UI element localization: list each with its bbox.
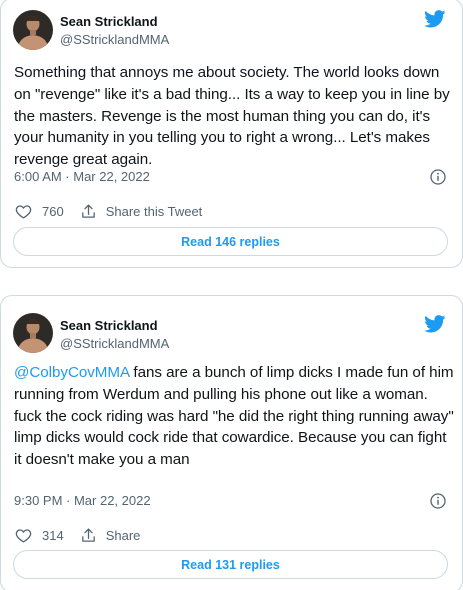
avatar[interactable] <box>13 313 53 353</box>
tweet-timestamp[interactable]: 9:30 PM · Mar 22, 2022 <box>14 493 151 508</box>
avatar-photo-icon <box>13 10 53 50</box>
like-count[interactable]: 760 <box>42 204 64 219</box>
share-button-label[interactable]: Share this Tweet <box>106 204 203 219</box>
tweet-actions: 314 Share <box>15 527 140 544</box>
share-icon[interactable] <box>80 527 97 544</box>
mention-link[interactable]: @ColbyCovMMA <box>14 364 129 381</box>
tweet-text: Something that annoys me about society. … <box>14 64 450 169</box>
heart-icon[interactable] <box>15 203 32 220</box>
avatar-photo-icon <box>13 313 53 353</box>
tweet-text: @ColbyCovMMA fans are a bunch of limp di… <box>14 362 454 471</box>
author-handle[interactable]: @SStricklandMMA <box>60 32 169 47</box>
twitter-bird-icon[interactable] <box>424 315 446 333</box>
like-count[interactable]: 314 <box>42 528 64 543</box>
twitter-bird-icon[interactable] <box>424 10 446 28</box>
read-replies-button[interactable]: Read 146 replies <box>13 227 448 256</box>
share-icon[interactable] <box>80 203 97 220</box>
avatar[interactable] <box>13 10 53 50</box>
tweet-card: Sean Strickland @SStricklandMMA @ColbyCo… <box>0 295 463 590</box>
share-button-label[interactable]: Share <box>106 528 141 543</box>
author-name[interactable]: Sean Strickland <box>60 14 158 29</box>
tweet-timestamp[interactable]: 6:00 AM · Mar 22, 2022 <box>14 169 150 184</box>
tweet-actions: 760 Share this Tweet <box>15 203 202 220</box>
read-replies-button[interactable]: Read 131 replies <box>13 550 448 579</box>
author-handle[interactable]: @SStricklandMMA <box>60 336 169 351</box>
heart-icon[interactable] <box>15 527 32 544</box>
info-icon[interactable] <box>430 493 446 509</box>
author-name[interactable]: Sean Strickland <box>60 318 158 333</box>
info-icon[interactable] <box>430 169 446 185</box>
tweet-card: Sean Strickland @SStricklandMMA Somethin… <box>0 0 463 268</box>
